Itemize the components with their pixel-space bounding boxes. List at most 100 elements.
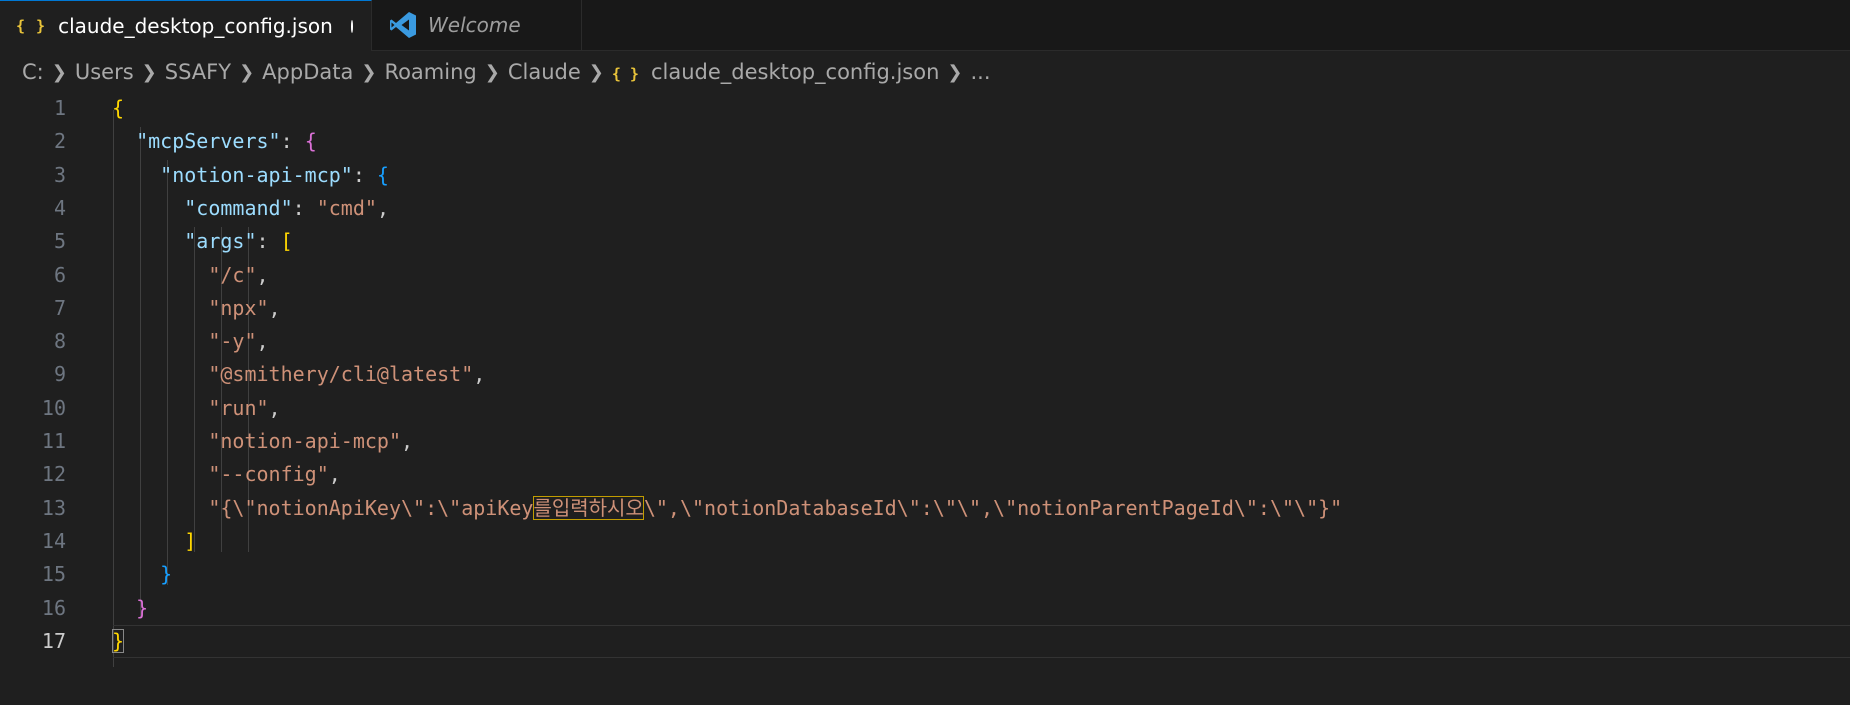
code-text: "args": [ <box>112 225 293 258</box>
code-line[interactable]: "-y", <box>0 325 1850 358</box>
code-token: "cmd" <box>316 195 377 220</box>
code-line[interactable]: "notion-api-mcp": { <box>0 159 1850 192</box>
code-line[interactable]: "--config", <box>0 458 1850 491</box>
code-text: "command": "cmd", <box>112 192 389 225</box>
code-token: { <box>376 162 389 187</box>
code-token: , <box>256 329 269 354</box>
code-text: "npx", <box>112 292 281 325</box>
code-line[interactable]: "{\"notionApiKey\":\"apiKey를입력하시오\",\"no… <box>0 492 1850 525</box>
code-token: , <box>256 262 269 287</box>
code-token: "@smithery/cli@latest" <box>208 362 474 387</box>
code-token: , <box>400 429 414 453</box>
code-text: "@smithery/cli@latest", <box>112 358 485 391</box>
code-text: "--config", <box>112 458 340 491</box>
unsaved-dot-icon[interactable] <box>350 19 353 33</box>
code-token: : <box>280 129 305 154</box>
tab-welcome[interactable]: Welcome <box>372 0 582 50</box>
code-text: "run", <box>112 392 281 425</box>
tab-label: claude_desktop_config.json <box>58 14 333 38</box>
code-token: "{\"notionApiKey\":\"apiKey <box>208 495 534 520</box>
code-token: "args" <box>184 229 257 254</box>
code-line[interactable]: "run", <box>0 392 1850 425</box>
code-text: } <box>112 558 172 591</box>
code-text: "notion-api-mcp": { <box>112 159 389 192</box>
chevron-right-icon: ❯ <box>51 61 67 83</box>
code-text: } <box>112 592 148 625</box>
code-token: { <box>112 96 125 120</box>
code-line[interactable]: { <box>0 92 1850 125</box>
code-token: "notion-api-mcp" <box>160 162 353 187</box>
code-text: ] <box>112 525 196 558</box>
vscode-icon <box>390 12 416 38</box>
code-line[interactable]: "notion-api-mcp", <box>0 425 1850 458</box>
breadcrumb-item-file[interactable]: { } claude_desktop_config.json <box>612 60 940 84</box>
code-line[interactable]: "npx", <box>0 292 1850 325</box>
code-token: "run" <box>208 395 269 420</box>
code-token: "/c" <box>208 262 257 287</box>
breadcrumb-item-ssafy[interactable]: SSAFY <box>165 60 231 84</box>
breadcrumb: C: ❯ Users ❯ SSAFY ❯ AppData ❯ Roaming ❯… <box>0 51 1850 93</box>
code-token: "mcpServers" <box>136 129 281 154</box>
code-token: , <box>268 295 281 320</box>
chevron-right-icon: ❯ <box>947 61 963 83</box>
code-line[interactable]: ] <box>0 525 1850 558</box>
breadcrumb-item-users[interactable]: Users <box>75 60 134 84</box>
code-line[interactable]: "mcpServers": { <box>0 125 1850 158</box>
code-line[interactable]: } <box>0 558 1850 591</box>
breadcrumb-item-symbols[interactable]: ... <box>971 60 991 84</box>
code-token: ] <box>184 528 197 553</box>
code-token: } <box>160 562 173 587</box>
code-token: "npx" <box>208 295 269 320</box>
chevron-right-icon: ❯ <box>361 61 377 83</box>
code-line[interactable]: } <box>0 592 1850 625</box>
code-token: } <box>136 595 149 620</box>
chevron-right-icon: ❯ <box>484 61 500 83</box>
code-token: , <box>473 362 486 387</box>
code-text: "notion-api-mcp", <box>112 425 413 458</box>
code-line[interactable]: "command": "cmd", <box>0 192 1850 225</box>
code-token: 를입력하시오 <box>533 495 644 520</box>
chevron-right-icon: ❯ <box>239 61 255 83</box>
code-line[interactable]: "args": [ <box>0 225 1850 258</box>
code-token: } <box>112 628 125 653</box>
tab-claude-desktop-config[interactable]: { } claude_desktop_config.json <box>0 0 372 51</box>
code-token: "command" <box>184 195 293 220</box>
breadcrumb-item-drive[interactable]: C: <box>22 60 44 84</box>
code-text: { <box>112 92 124 125</box>
code-token: : <box>292 195 317 220</box>
code-token: , <box>376 195 389 220</box>
code-token: [ <box>280 229 293 254</box>
code-line[interactable]: } <box>0 625 1850 658</box>
code-token: : <box>256 229 281 254</box>
chevron-right-icon: ❯ <box>588 61 604 83</box>
code-token: "notion-api-mcp" <box>208 429 401 453</box>
json-braces-icon: { } <box>16 17 47 35</box>
code-token: "--config" <box>208 462 329 487</box>
code-editor[interactable]: 1{2 "mcpServers": {3 "notion-api-mcp": {… <box>0 92 1850 705</box>
breadcrumb-item-roaming[interactable]: Roaming <box>384 60 476 84</box>
breadcrumb-item-appdata[interactable]: AppData <box>262 60 353 84</box>
code-line[interactable]: "@smithery/cli@latest", <box>0 358 1850 391</box>
code-token: \",\"notionDatabaseId\":\"\",\"notionPar… <box>643 495 1343 520</box>
code-text: } <box>112 625 125 658</box>
code-token: , <box>268 395 281 420</box>
json-braces-icon: { } <box>611 65 639 83</box>
code-text: "mcpServers": { <box>112 125 317 158</box>
code-token: { <box>304 129 317 154</box>
chevron-right-icon: ❯ <box>141 61 157 83</box>
code-text: "{\"notionApiKey\":\"apiKey를입력하시오\",\"no… <box>112 492 1342 525</box>
breadcrumb-item-claude[interactable]: Claude <box>508 60 581 84</box>
code-line[interactable]: "/c", <box>0 259 1850 292</box>
